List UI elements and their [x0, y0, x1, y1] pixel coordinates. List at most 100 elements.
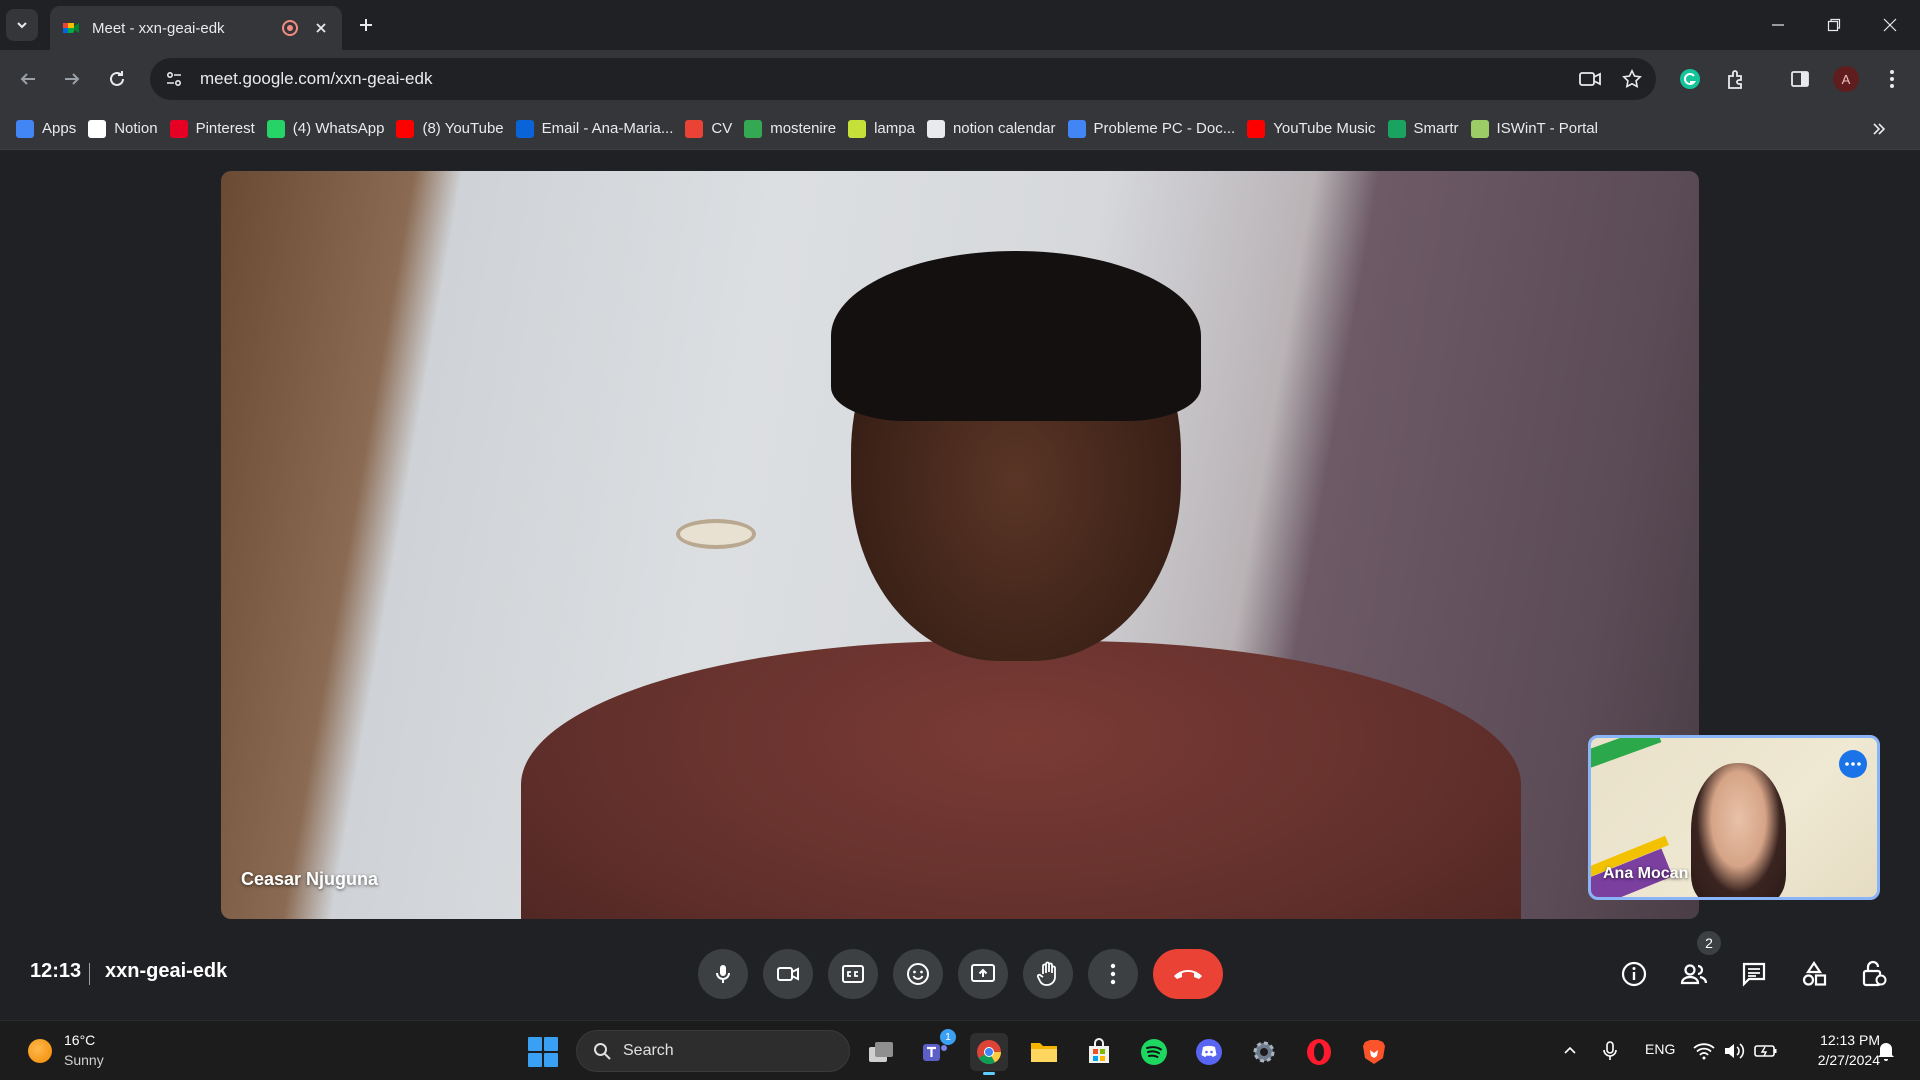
- bookmark-item[interactable]: (4) WhatsApp: [265, 114, 395, 144]
- brave-app-button[interactable]: [1355, 1033, 1393, 1071]
- self-view-face: [1691, 763, 1786, 897]
- chrome-app-button[interactable]: [970, 1033, 1008, 1075]
- teams-notification-badge: 1: [940, 1029, 956, 1045]
- bookmark-star-icon[interactable]: [1614, 61, 1650, 97]
- bookmark-item[interactable]: (8) YouTube: [394, 114, 513, 144]
- activities-button[interactable]: [1791, 951, 1837, 997]
- google-meet-icon: [63, 23, 79, 33]
- bookmark-item[interactable]: notion calendar: [925, 114, 1066, 144]
- bookmark-label: (8) YouTube: [422, 120, 504, 137]
- menu-kebab-icon[interactable]: [1876, 63, 1908, 95]
- start-button[interactable]: [528, 1037, 558, 1067]
- spotify-app-button[interactable]: [1135, 1033, 1173, 1071]
- grammarly-extension-icon[interactable]: [1674, 63, 1706, 95]
- clock-date[interactable]: 2/27/2024: [1790, 1052, 1880, 1068]
- weather-temperature: 16°C: [64, 1032, 96, 1048]
- video-participant-hair: [831, 251, 1201, 421]
- forward-button[interactable]: [56, 63, 88, 95]
- camera-in-use-icon[interactable]: [1572, 61, 1608, 97]
- url-text[interactable]: meet.google.com/xxn-geai-edk: [200, 69, 1572, 89]
- bookmark-item[interactable]: ISWinT - Portal: [1469, 114, 1608, 144]
- folder-icon: [1031, 1043, 1057, 1062]
- meeting-code: xxn-geai-edk: [105, 960, 228, 982]
- task-view-button[interactable]: [862, 1033, 900, 1071]
- close-tab-icon[interactable]: [312, 19, 330, 37]
- new-tab-button[interactable]: [352, 11, 380, 39]
- wifi-tray[interactable]: [1692, 1039, 1716, 1063]
- search-icon: [594, 1043, 611, 1060]
- recording-indicator-icon: [282, 20, 298, 36]
- bookmark-item[interactable]: mostenire: [742, 114, 846, 144]
- host-controls-button[interactable]: [1851, 951, 1897, 997]
- self-tile-background-stripe: [1591, 738, 1662, 773]
- input-language[interactable]: ENG: [1645, 1041, 1675, 1057]
- meeting-time: 12:13: [30, 960, 82, 982]
- restore-icon: [1827, 18, 1841, 32]
- discord-app-button[interactable]: [1190, 1033, 1228, 1071]
- file-explorer-app-button[interactable]: [1025, 1033, 1063, 1071]
- bookmark-label: mostenire: [770, 120, 837, 137]
- self-tile-more-options-button[interactable]: [1839, 750, 1867, 778]
- more-horizontal-icon: [1845, 762, 1861, 766]
- bookmark-item[interactable]: Pinterest: [168, 114, 265, 144]
- meeting-details-button[interactable]: [1611, 951, 1657, 997]
- present-screen-button[interactable]: [958, 949, 1008, 999]
- microsoft-store-app-button[interactable]: [1080, 1033, 1118, 1071]
- side-panel-icon[interactable]: [1784, 63, 1816, 95]
- people-button[interactable]: [1671, 951, 1717, 997]
- browser-tab-meet[interactable]: Meet - xxn-geai-edk: [50, 6, 342, 50]
- bookmark-item[interactable]: CV: [683, 114, 742, 144]
- leave-call-button[interactable]: [1153, 949, 1223, 999]
- reload-button[interactable]: [101, 63, 133, 95]
- bookmark-item[interactable]: Smartr: [1386, 114, 1469, 144]
- teams-app-button[interactable]: 1: [916, 1029, 956, 1071]
- bookmark-label: CV: [711, 120, 733, 137]
- bookmark-label: Notion: [114, 120, 158, 137]
- bookmark-item[interactable]: lampa: [846, 114, 925, 144]
- microphone-icon: [716, 965, 730, 983]
- bookmark-item[interactable]: YouTube Music: [1245, 114, 1385, 144]
- back-button[interactable]: [12, 63, 44, 95]
- windows-logo-icon: [528, 1037, 542, 1051]
- browser-toolbar: meet.google.com/xxn-geai-edk A: [0, 50, 1920, 108]
- battery-charging-icon: [1754, 1045, 1777, 1057]
- show-hidden-icons-button[interactable]: [1558, 1039, 1582, 1063]
- minimize-button[interactable]: [1750, 0, 1806, 50]
- microphone-in-use-tray[interactable]: [1598, 1039, 1622, 1063]
- chat-button[interactable]: [1731, 951, 1777, 997]
- camera-button[interactable]: [763, 949, 813, 999]
- reactions-button[interactable]: [893, 949, 943, 999]
- raise-hand-button[interactable]: [1023, 949, 1073, 999]
- volume-tray[interactable]: [1722, 1039, 1746, 1063]
- store-icon: [1089, 1038, 1109, 1063]
- extensions-puzzle-icon[interactable]: [1720, 63, 1752, 95]
- microphone-button[interactable]: [698, 949, 748, 999]
- tab-search-button[interactable]: [6, 9, 38, 41]
- bookmark-item[interactable]: Notion: [86, 114, 167, 144]
- site-info-icon[interactable]: [156, 61, 192, 97]
- double-chevron-right-icon: [1873, 123, 1886, 135]
- battery-tray[interactable]: [1754, 1039, 1778, 1063]
- opera-app-button[interactable]: [1300, 1033, 1338, 1071]
- whatsapp-icon: [266, 119, 285, 138]
- notion-icon: [88, 119, 107, 138]
- microphone-icon: [1603, 1041, 1617, 1060]
- restore-button[interactable]: [1806, 0, 1862, 50]
- notifications-button[interactable]: [1874, 1039, 1898, 1063]
- clock-time[interactable]: 12:13 PM: [1790, 1032, 1880, 1048]
- profile-avatar[interactable]: A: [1833, 66, 1859, 92]
- arrow-left-icon: [20, 73, 35, 85]
- settings-app-button[interactable]: [1245, 1033, 1283, 1071]
- self-view-tile[interactable]: Ana Mocan: [1588, 735, 1880, 900]
- bookmark-item[interactable]: Apps: [14, 114, 86, 144]
- more-options-button[interactable]: [1088, 949, 1138, 999]
- bookmark-item[interactable]: Probleme PC - Doc...: [1066, 114, 1246, 144]
- address-bar[interactable]: meet.google.com/xxn-geai-edk: [150, 58, 1656, 100]
- captions-button[interactable]: [828, 949, 878, 999]
- info-icon: [1621, 961, 1647, 987]
- main-participant-video[interactable]: Ceasar Njuguna: [221, 171, 1699, 919]
- taskbar-search-box[interactable]: Search: [576, 1030, 850, 1072]
- bookmark-item[interactable]: Email - Ana-Maria...: [514, 114, 684, 144]
- close-window-button[interactable]: [1862, 0, 1918, 50]
- bookmarks-overflow-button[interactable]: [1868, 118, 1890, 140]
